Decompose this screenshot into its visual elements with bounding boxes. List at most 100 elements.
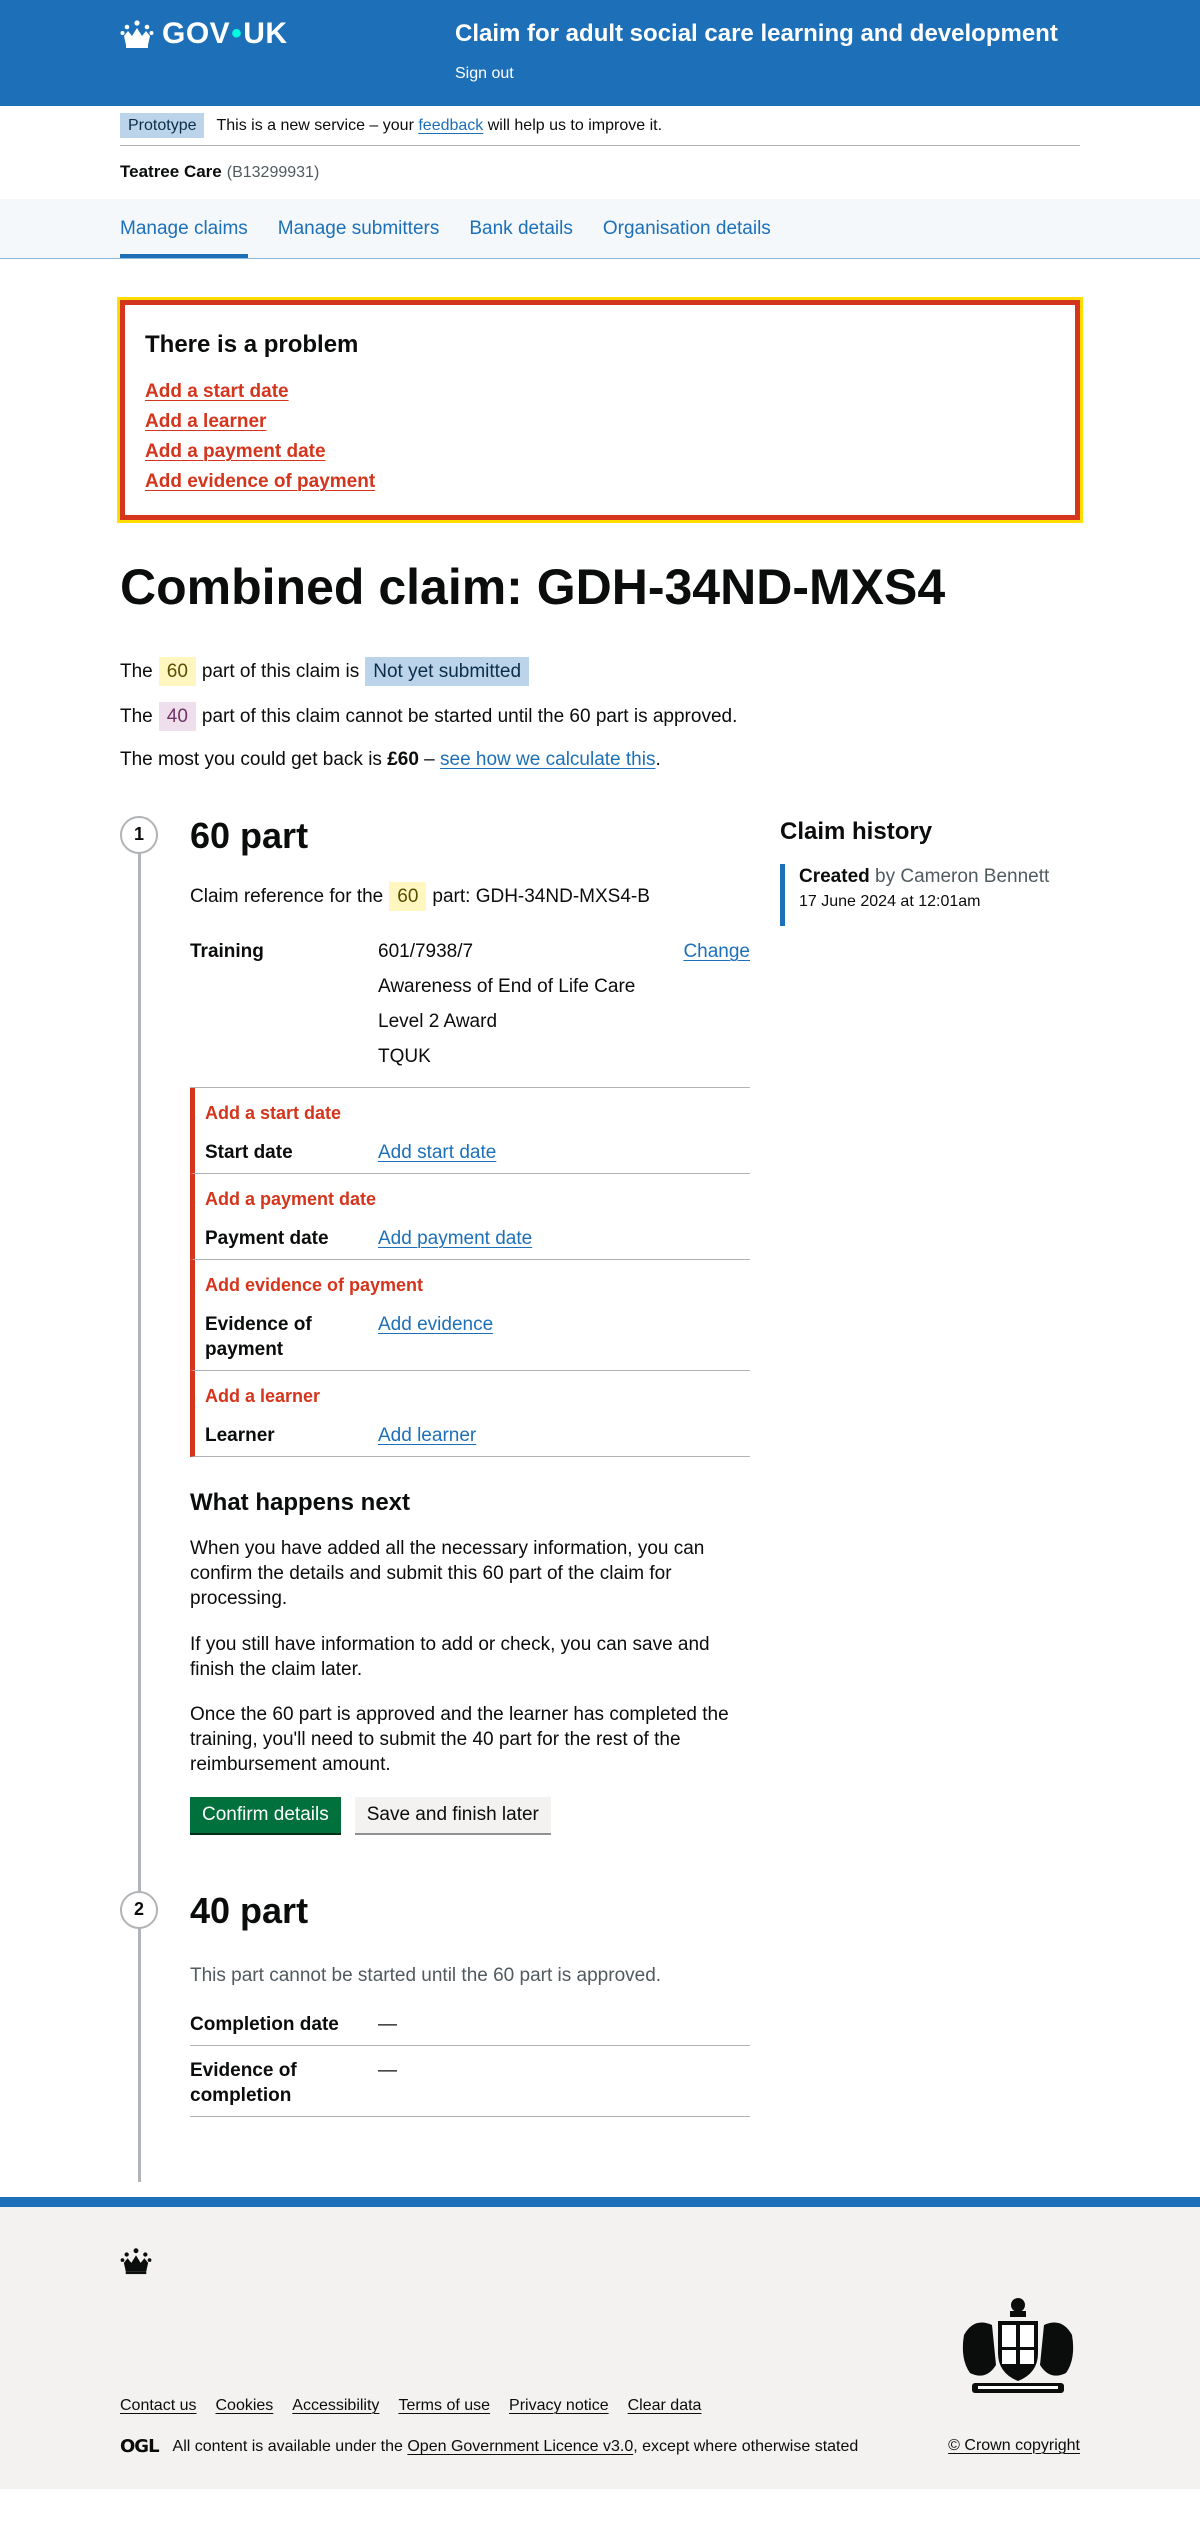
history-by: by Cameron Bennett	[869, 865, 1050, 887]
payment-date-row: Add a payment date Payment date Add paym…	[190, 1174, 750, 1260]
error-message: Add a payment date	[205, 1189, 377, 1210]
footer-link-clear-data[interactable]: Clear data	[628, 2395, 702, 2416]
licence-text: All content is available under the	[172, 2438, 408, 2456]
part-40-tag: 40	[158, 702, 196, 732]
crown-copyright-link[interactable]: © Crown copyright	[948, 2435, 1080, 2456]
govuk-logo[interactable]: GOV • UK	[120, 14, 288, 54]
footer-link-contact[interactable]: Contact us	[120, 2395, 196, 2416]
completion-date-row: Completion date —	[190, 2012, 750, 2046]
footer-links: Contact us Cookies Accessibility Terms o…	[120, 2395, 720, 2416]
error-message: Add a start date	[205, 1103, 342, 1124]
training-row: Training 601/7938/7 Awareness of End of …	[190, 939, 750, 1089]
history-event: Created	[799, 865, 870, 887]
nav-organisation-details[interactable]: Organisation details	[603, 199, 771, 258]
add-payment-date-link[interactable]: Add payment date	[378, 1228, 532, 1249]
amount-text: The most you could get back is	[120, 749, 388, 771]
error-link-evidence[interactable]: Add evidence of payment	[145, 471, 375, 492]
next-paragraph: When you have added all the necessary in…	[190, 1538, 705, 1610]
ogl-logo: OGL	[120, 2435, 160, 2457]
error-link-learner[interactable]: Add a learner	[145, 411, 266, 432]
phase-text-before: This is a new service – your	[216, 116, 419, 134]
step-number-2: 2	[120, 1890, 158, 1929]
main-content: There is a problem Add a start date Add …	[117, 297, 1083, 2183]
error-item: Add evidence of payment	[145, 469, 1055, 494]
part-60-title: 60 part	[190, 815, 309, 857]
prototype-tag: Prototype	[120, 112, 205, 139]
ref-text: part: GDH-34ND-MXS4-B	[432, 885, 650, 907]
claim-steps: 1 60 part Claim reference for the 60 par…	[120, 816, 750, 2183]
status-text: The	[120, 706, 153, 728]
status-text: part of this claim cannot be started unt…	[201, 706, 738, 728]
organisation-name: Teatree Care	[120, 162, 222, 182]
claim-layout: 1 60 part Claim reference for the 60 par…	[120, 816, 1080, 2183]
licence-text-after: , except where otherwise stated	[633, 2438, 859, 2456]
part-60-section: 60 part Claim reference for the 60 part:…	[190, 816, 750, 1833]
part-60-tag: 60	[158, 657, 196, 687]
row-key: Evidence of payment	[205, 1313, 312, 1360]
learner-row: Add a learner Learner Add learner	[190, 1370, 750, 1457]
row-key: Payment date	[205, 1227, 329, 1249]
training-name: Awareness of End of Life Care	[378, 975, 636, 997]
error-link-payment-date[interactable]: Add a payment date	[145, 441, 326, 462]
site-header: GOV • UK Claim for adult social care learn…	[0, 0, 1200, 106]
feedback-link[interactable]: feedback	[418, 115, 483, 136]
logo-text-gov: GOV	[162, 17, 231, 50]
add-evidence-link[interactable]: Add evidence	[378, 1314, 493, 1335]
part-40-wrapper: 2 40 part This part cannot be started un…	[120, 1891, 750, 2117]
history-date: 17 June 2024 at 12:01am	[799, 892, 981, 910]
training-code: 601/7938/7	[378, 940, 474, 962]
row-value: —	[378, 2013, 397, 2035]
amount-dash: –	[418, 749, 441, 771]
what-happens-next-heading: What happens next	[190, 1488, 411, 1516]
error-summary-title: There is a problem	[145, 331, 359, 358]
page-title: Combined claim: GDH-34ND-MXS4	[120, 559, 946, 615]
row-value: —	[378, 2059, 397, 2081]
nav-manage-submitters[interactable]: Manage submitters	[278, 199, 440, 258]
part-60-tag: 60	[389, 881, 427, 911]
add-start-date-link[interactable]: Add start date	[378, 1142, 496, 1163]
training-provider: TQUK	[378, 1046, 431, 1068]
service-name[interactable]: Claim for adult social care learning and…	[455, 18, 1058, 50]
footer-link-accessibility[interactable]: Accessibility	[292, 2395, 379, 2416]
row-key: Evidence of completion	[190, 2059, 297, 2106]
crown-icon	[120, 20, 154, 48]
error-item: Add a payment date	[145, 439, 1055, 464]
change-training-link[interactable]: Change	[683, 941, 750, 962]
error-link-start-date[interactable]: Add a start date	[145, 381, 289, 402]
phase-text-after: will help us to improve it.	[483, 116, 663, 134]
step-number-1: 1	[120, 816, 158, 855]
calculation-link[interactable]: see how we calculate this	[440, 749, 655, 770]
nav-bank-details[interactable]: Bank details	[469, 199, 573, 258]
licence: OGL All content is available under the O…	[120, 2435, 858, 2459]
organisation-bar: Teatree Care (B13299931)	[120, 146, 1080, 199]
part-40-title: 40 part	[190, 1889, 309, 1931]
training-key: Training	[190, 940, 264, 962]
history-item: Created by Cameron Bennett 17 June 2024 …	[780, 863, 1080, 927]
error-message: Add evidence of payment	[205, 1274, 424, 1295]
add-learner-link[interactable]: Add learner	[378, 1425, 476, 1446]
start-date-row: Add a start date Start date Add start da…	[190, 1088, 750, 1175]
status-text: part of this claim is	[201, 661, 360, 682]
site-footer: Contact us Cookies Accessibility Terms o…	[0, 2196, 1200, 2489]
error-item: Add a learner	[145, 409, 1055, 434]
status-line-60: The 60 part of this claim is Not yet sub…	[120, 657, 1080, 687]
sign-out-link[interactable]: Sign out	[455, 63, 514, 84]
row-key: Start date	[205, 1141, 293, 1163]
footer-link-cookies[interactable]: Cookies	[215, 2395, 273, 2416]
nav-manage-claims[interactable]: Manage claims	[120, 199, 248, 258]
error-message: Add a learner	[205, 1385, 321, 1406]
crown-icon	[120, 2248, 152, 2274]
footer-link-terms[interactable]: Terms of use	[398, 2395, 490, 2416]
claim-reference: Claim reference for the 60 part: GDH-34N…	[190, 881, 750, 911]
confirm-details-button[interactable]: Confirm details	[190, 1796, 341, 1833]
status-line-40: The 40 part of this claim cannot be star…	[120, 702, 1080, 732]
status-line-amount: The most you could get back is £60 – see…	[120, 747, 1080, 772]
footer-link-privacy[interactable]: Privacy notice	[509, 2395, 609, 2416]
service-navigation: Manage claims Manage submitters Bank det…	[0, 199, 1200, 259]
claim-history-title: Claim history	[780, 818, 933, 846]
training-value: 601/7938/7 Awareness of End of Life Care…	[378, 939, 680, 1079]
next-paragraph: Once the 60 part is approved and the lea…	[190, 1703, 729, 1775]
save-and-finish-later-button[interactable]: Save and finish later	[354, 1796, 551, 1833]
claim-history: Claim history Created by Cameron Bennett…	[780, 816, 1080, 2129]
licence-link[interactable]: Open Government Licence v3.0	[407, 2436, 633, 2457]
